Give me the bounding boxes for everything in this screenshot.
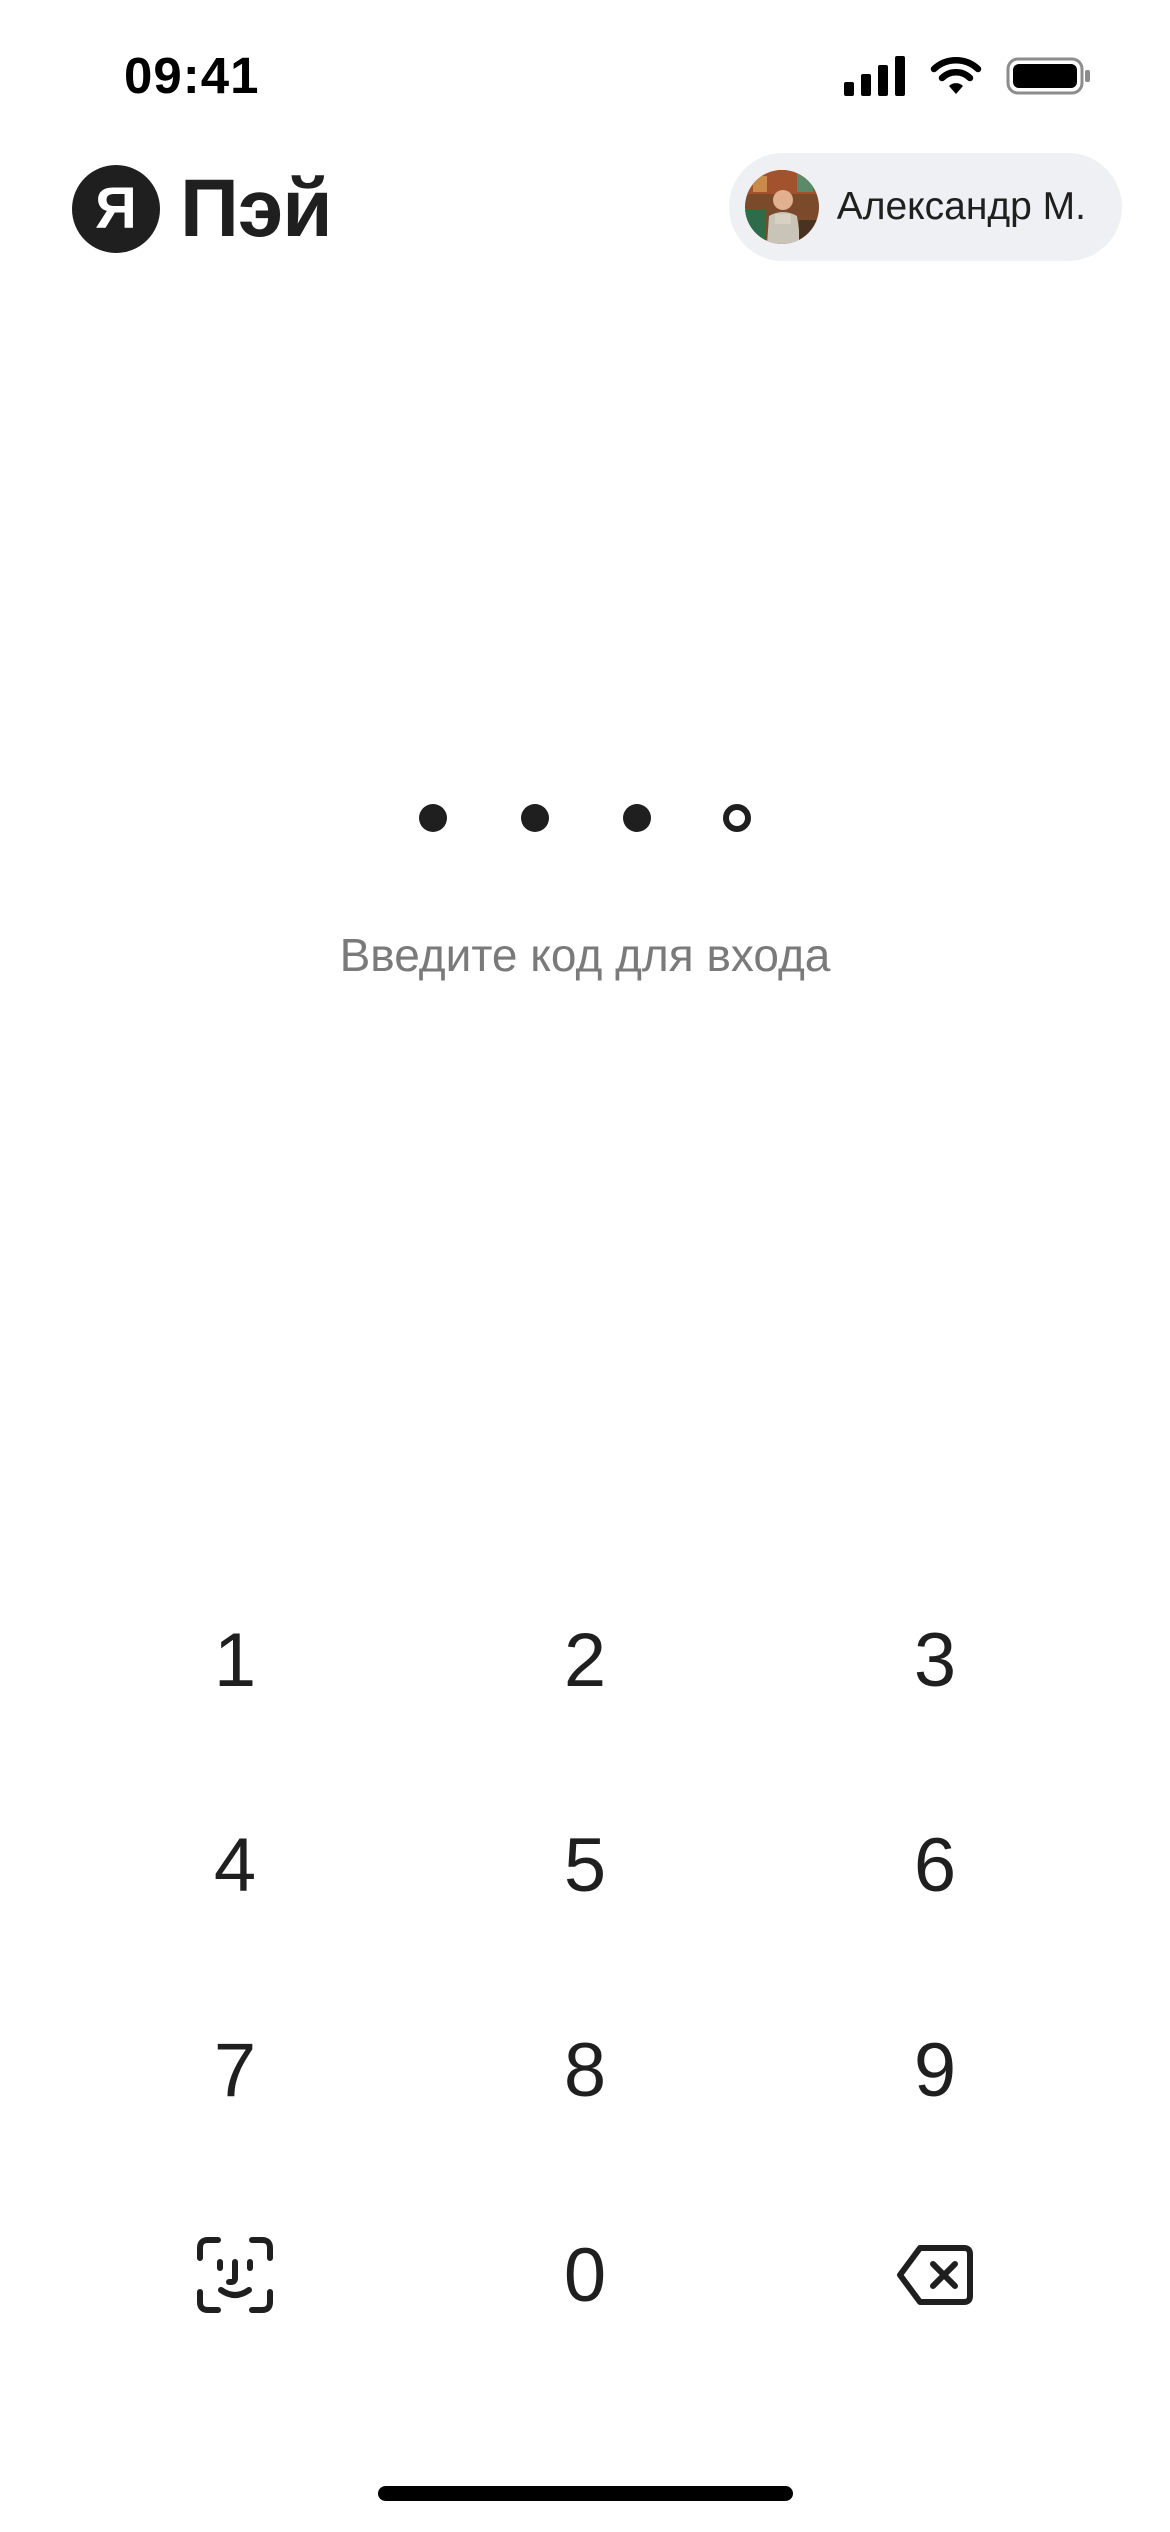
logo-letter: Я — [72, 165, 160, 253]
logo-text: Пэй — [180, 163, 333, 254]
pin-dot-filled — [623, 804, 651, 832]
key-0[interactable]: 0 — [465, 2190, 705, 2360]
key-2[interactable]: 2 — [465, 1575, 705, 1745]
key-8[interactable]: 8 — [465, 1985, 705, 2155]
key-7[interactable]: 7 — [115, 1985, 355, 2155]
yandex-pay-logo: Я Пэй — [72, 162, 333, 256]
avatar — [744, 170, 819, 244]
key-1[interactable]: 1 — [115, 1575, 355, 1745]
face-id-icon — [197, 2237, 273, 2313]
profile-button[interactable]: Александр М. — [728, 153, 1122, 261]
battery-icon — [1006, 57, 1090, 95]
face-id-button[interactable] — [115, 2190, 355, 2360]
wifi-icon — [930, 57, 982, 94]
pin-prompt: Введите код для входа — [339, 929, 831, 981]
key-3[interactable]: 3 — [815, 1575, 1055, 1745]
pin-dot-filled — [521, 804, 549, 832]
key-6[interactable]: 6 — [815, 1780, 1055, 1950]
backspace-icon — [897, 2245, 973, 2305]
profile-name: Александр М. — [836, 185, 1086, 228]
cellular-signal-icon — [844, 56, 905, 96]
pin-indicator — [0, 797, 1170, 841]
pin-dot-empty — [723, 804, 751, 832]
home-indicator[interactable] — [378, 2486, 793, 2501]
pin-dot-filled — [419, 804, 447, 832]
key-4[interactable]: 4 — [115, 1780, 355, 1950]
status-bar: 09:41 — [0, 0, 1170, 150]
backspace-button[interactable] — [815, 2190, 1055, 2360]
status-icons — [844, 56, 1092, 96]
status-time: 09:41 — [124, 47, 260, 104]
key-5[interactable]: 5 — [465, 1780, 705, 1950]
key-9[interactable]: 9 — [815, 1985, 1055, 2155]
header: Я Пэй Александр М. — [0, 150, 1170, 270]
